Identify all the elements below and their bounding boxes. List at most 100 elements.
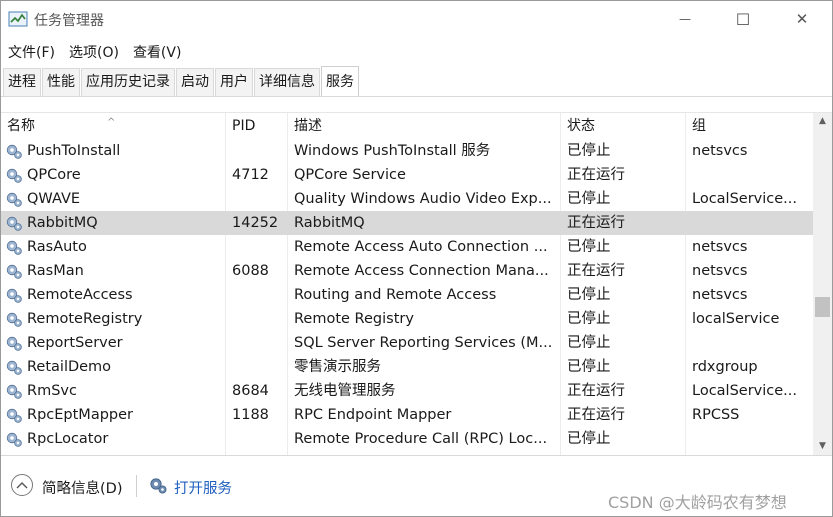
service-gear-icon bbox=[5, 382, 23, 400]
close-button[interactable]: ✕ bbox=[772, 1, 832, 37]
open-services-link[interactable]: 打开服务 bbox=[174, 477, 232, 498]
service-name: RasAuto bbox=[27, 239, 87, 255]
table-row[interactable]: RemoteAccess Routing and Remote Access 已停止… bbox=[1, 283, 813, 307]
service-status: 正在运行 bbox=[567, 407, 625, 423]
service-gear-icon bbox=[5, 334, 23, 352]
service-pid: 8684 bbox=[232, 383, 269, 399]
table-row[interactable]: ReportServer SQL Server Reporting Service… bbox=[1, 331, 813, 355]
table-row[interactable]: RemoteRegistry Remote Registry 已停止 localSer… bbox=[1, 307, 813, 331]
service-gear-icon bbox=[5, 238, 23, 256]
service-status: 正在运行 bbox=[567, 383, 625, 399]
service-group: LocalService... bbox=[692, 191, 797, 207]
column-header-description[interactable]: 描述 bbox=[288, 113, 560, 139]
service-pid bbox=[232, 355, 284, 379]
service-gear-icon bbox=[5, 214, 23, 232]
service-description: RabbitMQ bbox=[294, 215, 365, 231]
maximize-button[interactable]: ☐ bbox=[713, 1, 773, 37]
scroll-down-icon[interactable]: ▼ bbox=[813, 438, 832, 455]
service-group: LocalService... bbox=[692, 383, 797, 399]
minimize-icon: — bbox=[679, 12, 691, 26]
chevron-up-icon bbox=[16, 482, 28, 489]
service-group: netsvcs bbox=[692, 287, 748, 303]
service-description: SQL Server Reporting Services (M... bbox=[294, 335, 553, 351]
minimize-button[interactable]: — bbox=[655, 1, 715, 37]
table-row[interactable]: QPCore 4712 QPCore Service 正在运行 bbox=[1, 163, 813, 187]
service-group: RPCSS bbox=[692, 407, 740, 423]
tab-performance[interactable]: 性能 bbox=[42, 68, 80, 96]
footer-divider bbox=[1, 455, 832, 456]
service-status: 正在运行 bbox=[567, 215, 625, 231]
service-name: ReportServer bbox=[27, 335, 123, 351]
table-row[interactable]: RpcLocator Remote Procedure Call (RPC) Lo… bbox=[1, 427, 813, 451]
tab-services[interactable]: 服务 bbox=[321, 66, 359, 96]
service-gear-icon bbox=[5, 262, 23, 280]
service-gear-icon bbox=[5, 358, 23, 376]
tab-startup[interactable]: 启动 bbox=[176, 68, 214, 96]
scroll-thumb[interactable] bbox=[815, 297, 830, 318]
table-row[interactable]: QWAVE Quality Windows Audio Video Exp... 已… bbox=[1, 187, 813, 211]
menu-view[interactable]: 查看(V) bbox=[126, 40, 189, 64]
service-description: 无线电管理服务 bbox=[294, 383, 396, 399]
column-header-status[interactable]: 状态 bbox=[561, 113, 685, 139]
table-row[interactable]: RasMan 6088 Remote Access Connection Mana.… bbox=[1, 259, 813, 283]
service-name: QWAVE bbox=[27, 191, 81, 207]
tab-users[interactable]: 用户 bbox=[215, 68, 253, 96]
menu-bar: 文件(F) 选项(O) 查看(V) bbox=[1, 40, 188, 64]
service-status: 已停止 bbox=[567, 359, 611, 375]
task-manager-icon bbox=[8, 11, 28, 27]
fewer-details-label[interactable]: 简略信息(D) bbox=[42, 477, 122, 498]
tab-divider bbox=[1, 96, 832, 97]
service-gear-icon bbox=[5, 286, 23, 304]
table-row[interactable]: PushToInstall Windows PushToInstall 服务 已停止… bbox=[1, 139, 813, 163]
service-pid bbox=[232, 235, 284, 259]
service-name: QPCore bbox=[27, 167, 81, 183]
column-header-group[interactable]: 组 bbox=[686, 113, 813, 139]
service-name: RemoteAccess bbox=[27, 287, 133, 303]
column-header-name[interactable]: 名称 ^ bbox=[1, 113, 225, 139]
service-description: Remote Registry bbox=[294, 311, 414, 327]
maximize-icon: ☐ bbox=[735, 9, 751, 29]
menu-options[interactable]: 选项(O) bbox=[62, 40, 126, 64]
service-group: rdxgroup bbox=[692, 359, 758, 375]
service-pid bbox=[232, 283, 284, 307]
fewer-details-button[interactable] bbox=[11, 474, 33, 496]
column-header-pid[interactable]: PID bbox=[226, 113, 287, 139]
service-gear-icon bbox=[5, 406, 23, 424]
service-status: 已停止 bbox=[567, 287, 611, 303]
services-gear-icon[interactable] bbox=[148, 475, 168, 495]
service-name: RabbitMQ bbox=[27, 215, 98, 231]
table-row[interactable]: RmSvc 8684 无线电管理服务 正在运行 LocalService... bbox=[1, 379, 813, 403]
service-gear-icon bbox=[5, 430, 23, 448]
service-pid bbox=[232, 427, 284, 451]
tab-details[interactable]: 详细信息 bbox=[254, 68, 320, 96]
table-row[interactable]: RasAuto Remote Access Auto Connection ...… bbox=[1, 235, 813, 259]
service-name: PushToInstall bbox=[27, 143, 121, 159]
service-gear-icon bbox=[5, 190, 23, 208]
service-gear-icon bbox=[5, 166, 23, 184]
service-name: RpcEptMapper bbox=[27, 407, 133, 423]
service-gear-icon bbox=[5, 310, 23, 328]
table-header: 名称 ^ PID 描述 状态 组 bbox=[1, 113, 813, 139]
table-row[interactable]: RpcEptMapper 1188 RPC Endpoint Mapper 正在运行 R… bbox=[1, 403, 813, 427]
service-description: Remote Procedure Call (RPC) Loc... bbox=[294, 431, 548, 447]
close-icon: ✕ bbox=[795, 10, 809, 28]
service-description: QPCore Service bbox=[294, 167, 406, 183]
table-row[interactable]: RabbitMQ 14252 RabbitMQ 正在运行 bbox=[1, 211, 813, 235]
service-pid: 14252 bbox=[232, 215, 279, 231]
vertical-scrollbar[interactable]: ▲ ▼ bbox=[813, 113, 832, 455]
service-gear-icon bbox=[5, 142, 23, 160]
service-pid: 4712 bbox=[232, 167, 269, 183]
service-name: RasMan bbox=[27, 263, 84, 279]
service-status: 已停止 bbox=[567, 191, 611, 207]
service-status: 已停止 bbox=[567, 311, 611, 327]
scroll-up-icon[interactable]: ▲ bbox=[813, 113, 832, 130]
service-name: RpcLocator bbox=[27, 431, 109, 447]
table-row[interactable]: RetailDemo 零售演示服务 已停止 rdxgroup bbox=[1, 355, 813, 379]
tab-app-history[interactable]: 应用历史记录 bbox=[81, 68, 175, 96]
service-status: 正在运行 bbox=[567, 167, 625, 183]
service-description: 零售演示服务 bbox=[294, 359, 381, 375]
sort-ascending-icon: ^ bbox=[107, 117, 116, 128]
tab-processes[interactable]: 进程 bbox=[3, 68, 41, 96]
service-group: localService bbox=[692, 311, 780, 327]
menu-file[interactable]: 文件(F) bbox=[1, 40, 62, 64]
